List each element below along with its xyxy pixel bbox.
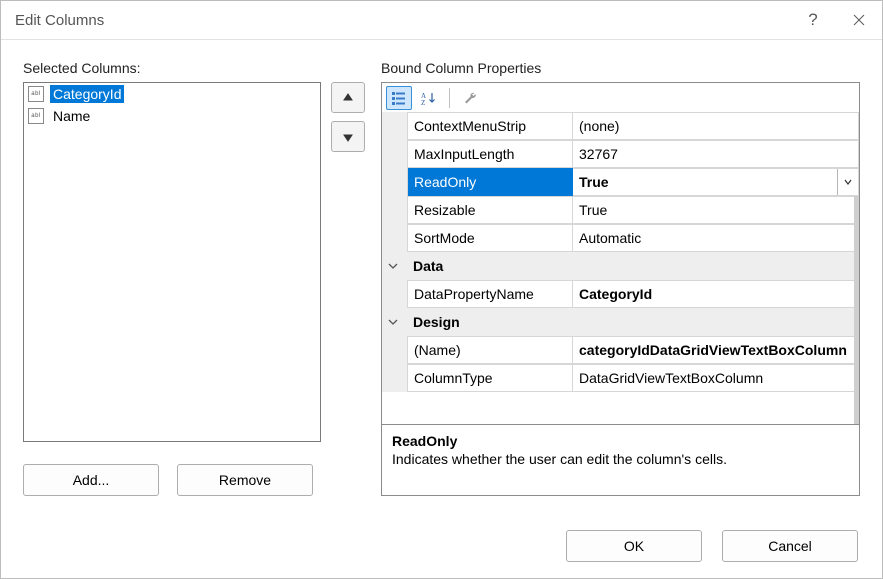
row-gutter [382, 224, 408, 252]
property-name: Resizable [408, 196, 573, 224]
arrow-up-icon [342, 92, 354, 104]
property-row[interactable]: (Name)categoryIdDataGridViewTextBoxColum… [382, 336, 859, 364]
row-gutter [382, 196, 408, 224]
property-value[interactable]: TrueTrueFalse [573, 168, 859, 196]
category-name: Design [407, 308, 859, 336]
help-button[interactable]: ? [790, 1, 836, 39]
properties-pane: Bound Column Properties A [381, 60, 860, 496]
list-row: abl CategoryId abl Name [23, 82, 363, 442]
properties-label: Bound Column Properties [381, 60, 860, 76]
remove-button[interactable]: Remove [177, 464, 313, 496]
description-title: ReadOnly [392, 433, 849, 449]
selected-columns-pane: Selected Columns: abl CategoryId abl Name A… [23, 60, 363, 496]
list-item-text: Name [50, 107, 93, 125]
property-value[interactable]: 32767 [573, 140, 859, 168]
property-name: DataPropertyName [408, 280, 573, 308]
scrollbar[interactable] [854, 195, 859, 424]
help-icon: ? [808, 10, 817, 30]
categorized-button[interactable] [386, 86, 412, 110]
list-item[interactable]: abl Name [24, 105, 320, 127]
property-row[interactable]: ReadOnlyTrueTrueFalse [382, 168, 859, 196]
category-expander[interactable] [382, 308, 407, 336]
wrench-icon [462, 90, 478, 106]
ok-button[interactable]: OK [566, 530, 702, 562]
selected-columns-label: Selected Columns: [23, 60, 363, 76]
property-value[interactable]: CategoryId [573, 280, 859, 308]
categorized-icon [391, 90, 407, 106]
svg-text:Z: Z [421, 99, 425, 106]
list-item-text: CategoryId [50, 85, 124, 103]
property-row[interactable]: SortModeAutomatic [382, 224, 859, 252]
row-gutter [382, 168, 408, 196]
property-name: ContextMenuStrip [408, 112, 573, 140]
list-item[interactable]: abl CategoryId [24, 83, 320, 105]
add-button[interactable]: Add... [23, 464, 159, 496]
property-row[interactable]: ContextMenuStrip(none) [382, 112, 859, 140]
category-expander[interactable] [382, 252, 407, 280]
propgrid-toolbar: A Z [382, 83, 859, 112]
property-value[interactable]: True [573, 196, 859, 224]
selected-columns-list[interactable]: abl CategoryId abl Name [23, 82, 321, 442]
chevron-down-icon [844, 178, 852, 186]
textbox-column-icon: abl [28, 86, 44, 102]
property-row[interactable]: MaxInputLength32767 [382, 140, 859, 168]
properties-pages-button[interactable] [457, 86, 483, 110]
dialog-body: Selected Columns: abl CategoryId abl Name A… [1, 40, 882, 578]
property-name: ColumnType [408, 364, 573, 392]
row-gutter [382, 112, 408, 140]
property-description: ReadOnly Indicates whether the user can … [382, 424, 859, 495]
property-grid: A Z Con [381, 82, 860, 496]
property-value[interactable]: Automatic [573, 224, 859, 252]
property-grid-rows[interactable]: ContextMenuStrip(none)MaxInputLength3276… [382, 112, 859, 424]
row-gutter [382, 140, 408, 168]
edit-columns-dialog: Edit Columns ? Selected Columns: abl Cate… [0, 0, 883, 579]
row-gutter [382, 336, 408, 364]
titlebar: Edit Columns ? [1, 1, 882, 40]
property-row[interactable]: ResizableTrue [382, 196, 859, 224]
property-name: (Name) [408, 336, 573, 364]
property-value[interactable]: DataGridViewTextBoxColumn [573, 364, 859, 392]
property-name: MaxInputLength [408, 140, 573, 168]
reorder-buttons [331, 82, 363, 442]
titlebar-controls: ? [790, 1, 882, 39]
property-name: ReadOnly [408, 168, 573, 196]
property-row[interactable]: ColumnTypeDataGridViewTextBoxColumn [382, 364, 859, 392]
property-row[interactable]: DataPropertyNameCategoryId [382, 280, 859, 308]
row-gutter [382, 280, 408, 308]
move-down-button[interactable] [331, 121, 365, 152]
chevron-down-icon [388, 317, 398, 327]
selected-columns-buttons: Add... Remove [23, 464, 363, 496]
category-name: Data [407, 252, 859, 280]
cancel-button[interactable]: Cancel [722, 530, 858, 562]
close-icon [852, 13, 866, 27]
chevron-down-icon [388, 261, 398, 271]
row-gutter [382, 364, 408, 392]
property-value[interactable]: (none) [573, 112, 859, 140]
toolbar-separator [449, 88, 450, 108]
property-row[interactable]: Data [382, 252, 859, 280]
property-name: SortMode [408, 224, 573, 252]
move-up-button[interactable] [331, 82, 365, 113]
property-row[interactable]: Design [382, 308, 859, 336]
property-value[interactable]: categoryIdDataGridViewTextBoxColumn [573, 336, 859, 364]
main-area: Selected Columns: abl CategoryId abl Name A… [23, 60, 860, 496]
alphabetical-button[interactable]: A Z [416, 86, 442, 110]
dropdown-button[interactable] [837, 169, 858, 195]
alphabetical-icon: A Z [421, 90, 437, 106]
arrow-down-icon [342, 131, 354, 143]
close-button[interactable] [836, 1, 882, 39]
dialog-footer: OK Cancel [23, 530, 860, 562]
textbox-column-icon: abl [28, 108, 44, 124]
window-title: Edit Columns [15, 12, 104, 29]
description-text: Indicates whether the user can edit the … [392, 451, 849, 467]
